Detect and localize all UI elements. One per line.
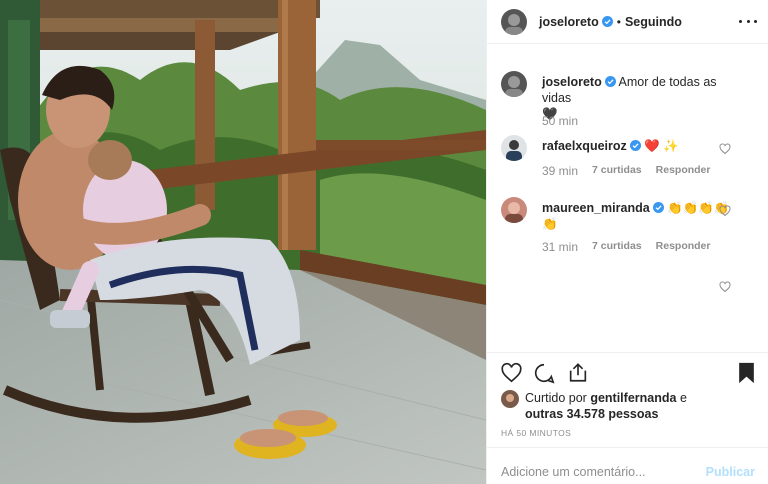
comment-username[interactable]: rafaelxqueiroz (542, 139, 627, 153)
liked-by: Curtido por gentilfernanda e outras 34.5… (501, 390, 705, 422)
comment-input[interactable]: Adicione um comentário... (501, 465, 646, 479)
caption-meta: 50 min (542, 114, 578, 128)
publish-button[interactable]: Publicar (706, 465, 755, 479)
comment-text: ❤️ ✨ (644, 139, 679, 153)
liked-by-conj: e (679, 391, 687, 405)
caption: joseloreto Amor de todas as vidas 🖤 50 m… (501, 71, 763, 131)
comment-meta: 31 min 7 curtidas Responder (542, 240, 710, 254)
more-options-icon[interactable] (739, 12, 757, 30)
following-button[interactable]: Seguindo (625, 15, 682, 29)
commenter-avatar[interactable] (501, 197, 527, 223)
comment: rafaelxqueiroz ❤️ ✨ 39 min 7 curtidas Re… (501, 135, 763, 185)
post-timestamp[interactable]: HÁ 50 MINUTOS (501, 428, 571, 438)
post-photo[interactable] (0, 0, 486, 484)
comment-username[interactable]: maureen_miranda (542, 201, 650, 215)
actions-divider (487, 352, 768, 353)
save-bookmark-icon[interactable] (738, 362, 755, 384)
verified-badge-icon (629, 140, 641, 151)
liker-username[interactable]: gentilfernanda (590, 391, 676, 405)
comment-time[interactable]: 31 min (542, 240, 578, 254)
comment-likes[interactable]: 7 curtidas (592, 164, 642, 178)
reply-button[interactable]: Responder (656, 164, 711, 178)
comment-bar: Adicione um comentário... Publicar (487, 447, 768, 484)
comment-body: rafaelxqueiroz ❤️ ✨ (542, 138, 734, 154)
likes-count[interactable]: outras 34.578 pessoas (525, 407, 658, 421)
liker-avatar[interactable] (501, 390, 519, 408)
verified-badge-icon (601, 16, 613, 27)
commenter-avatar[interactable] (501, 135, 527, 161)
like-heart-icon[interactable] (500, 362, 523, 384)
like-comment-heart-icon[interactable] (719, 281, 731, 293)
share-upload-icon[interactable] (567, 361, 589, 384)
separator-dot: • (616, 14, 621, 29)
comment: maureen_miranda 👏👏👏👏 👏 31 min 7 curtidas… (501, 197, 763, 257)
verified-badge-icon (652, 202, 664, 213)
liked-by-prefix: Curtido por (525, 391, 587, 405)
caption-avatar[interactable] (501, 71, 527, 97)
comment-likes[interactable]: 7 curtidas (592, 240, 642, 254)
reply-button[interactable]: Responder (656, 240, 711, 254)
liked-by-text: Curtido por gentilfernanda e outras 34.5… (525, 390, 705, 422)
comment-time[interactable]: 39 min (542, 164, 578, 178)
post-side-panel: joseloreto • Seguindo joseloreto Amor de… (486, 0, 768, 484)
like-comment-heart-icon[interactable] (719, 143, 731, 155)
post-header: joseloreto • Seguindo (487, 0, 768, 44)
comment-body: maureen_miranda 👏👏👏👏 👏 (542, 200, 734, 232)
author-avatar[interactable] (501, 8, 527, 35)
caption-time[interactable]: 50 min (542, 114, 578, 128)
like-comment-heart-icon[interactable] (719, 205, 731, 217)
verified-badge-icon (604, 76, 616, 87)
comment-meta: 39 min 7 curtidas Responder (542, 164, 710, 178)
author-username[interactable]: joseloreto (539, 15, 599, 29)
caption-username[interactable]: joseloreto (542, 75, 602, 89)
comment-bubble-icon[interactable] (533, 362, 555, 384)
